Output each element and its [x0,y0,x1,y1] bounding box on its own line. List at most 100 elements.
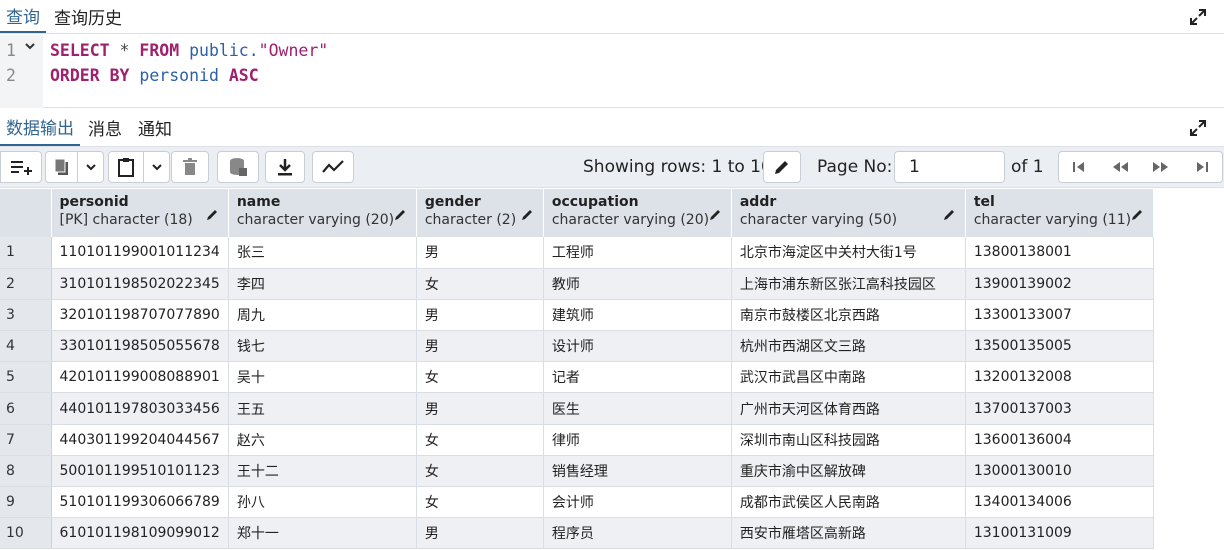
cell-personid[interactable]: 330101198505055678 [51,330,229,363]
cell-addr[interactable]: 上海市浦东新区张江高科技园区 [731,268,966,300]
row-number[interactable]: 2 [0,268,52,300]
pencil-icon[interactable] [521,207,535,221]
pencil-icon[interactable] [394,207,408,221]
graph-visualiser-button[interactable] [312,151,354,183]
column-header-name[interactable]: name character varying (20) [228,189,417,237]
cell-gender[interactable]: 女 [416,361,544,394]
last-page-button[interactable] [1181,151,1223,183]
cell-personid[interactable]: 440301199204044567 [51,424,229,456]
cell-gender[interactable]: 男 [416,237,544,269]
cell-tel[interactable]: 13100131009 [965,517,1154,550]
cell-gender[interactable]: 男 [416,299,544,332]
edit-rows-button[interactable] [763,151,801,183]
cell-gender[interactable]: 女 [416,486,544,519]
table-row[interactable]: 4 330101198505055678 钱七男设计师 杭州市西湖区文三路 135001… [0,330,1154,363]
table-row[interactable]: 10 610101198109099012 郑十一男程序员 西安市雁塔区高新路 1310… [0,517,1154,550]
copy-button[interactable] [45,151,78,183]
next-page-button[interactable] [1140,151,1182,183]
cell-personid[interactable]: 110101199001011234 [51,237,229,269]
table-row[interactable]: 6 440101197803033456 王五男医生 广州市天河区体育西路 137001… [0,392,1154,425]
row-number[interactable]: 6 [0,392,52,425]
row-number[interactable]: 8 [0,455,52,488]
cell-gender[interactable]: 女 [416,268,544,300]
cell-tel[interactable]: 13700137003 [965,392,1154,425]
pencil-icon[interactable] [709,207,723,221]
download-button[interactable] [265,151,305,183]
table-row[interactable]: 8 500101199510101123 王十二女销售经理 重庆市渝中区解放碑 1300… [0,455,1154,488]
pencil-icon[interactable] [943,207,957,221]
cell-occupation[interactable]: 会计师 [543,486,732,519]
cell-occupation[interactable]: 建筑师 [543,299,732,332]
cell-name[interactable]: 孙八 [228,486,417,519]
cell-tel[interactable]: 13000130010 [965,455,1154,488]
fold-chevron-icon[interactable] [24,40,36,55]
cell-addr[interactable]: 广州市天河区体育西路 [731,392,966,425]
tab-notifications[interactable]: 通知 [130,109,180,146]
select-all-corner[interactable] [0,189,52,237]
cell-tel[interactable]: 13400134006 [965,486,1154,519]
row-number[interactable]: 10 [0,517,52,550]
cell-personid[interactable]: 310101198502022345 [51,268,229,300]
cell-personid[interactable]: 500101199510101123 [51,455,229,488]
paste-options-dropdown[interactable] [144,151,170,183]
cell-addr[interactable]: 南京市鼓楼区北京西路 [731,299,966,332]
previous-page-button[interactable] [1099,151,1141,183]
cell-name[interactable]: 郑十一 [228,517,417,550]
sql-editor[interactable]: 1 2 SELECT * FROM public."Owner" ORDER B… [0,35,1224,108]
cell-occupation[interactable]: 工程师 [543,237,732,269]
paste-button[interactable] [108,151,144,183]
row-number[interactable]: 3 [0,299,52,332]
table-row[interactable]: 7 440301199204044567 赵六女律师 深圳市南山区科技园路 136001… [0,424,1154,456]
row-number[interactable]: 1 [0,237,52,269]
cell-tel[interactable]: 13300133007 [965,299,1154,332]
cell-occupation[interactable]: 记者 [543,361,732,394]
pencil-icon[interactable] [206,207,220,221]
table-row[interactable]: 2 310101198502022345 李四女教师 上海市浦东新区张江高科技园区 13… [0,268,1154,300]
cell-occupation[interactable]: 设计师 [543,330,732,363]
cell-tel[interactable]: 13600136004 [965,424,1154,456]
cell-name[interactable]: 周九 [228,299,417,332]
row-number[interactable]: 9 [0,486,52,519]
cell-occupation[interactable]: 律师 [543,424,732,456]
cell-gender[interactable]: 女 [416,455,544,488]
cell-personid[interactable]: 440101197803033456 [51,392,229,425]
column-header-tel[interactable]: tel character varying (11) [965,189,1154,237]
cell-addr[interactable]: 北京市海淀区中关村大街1号 [731,237,966,269]
cell-occupation[interactable]: 教师 [543,268,732,300]
cell-name[interactable]: 赵六 [228,424,417,456]
cell-gender[interactable]: 男 [416,392,544,425]
cell-occupation[interactable]: 医生 [543,392,732,425]
row-number[interactable]: 5 [0,361,52,394]
cell-gender[interactable]: 男 [416,330,544,363]
first-page-button[interactable] [1058,151,1100,183]
cell-tel[interactable]: 13500135005 [965,330,1154,363]
cell-addr[interactable]: 杭州市西湖区文三路 [731,330,966,363]
column-header-addr[interactable]: addr character varying (50) [731,189,966,237]
column-header-gender[interactable]: gender character (2) [416,189,544,237]
maximize-icon[interactable] [1188,7,1208,27]
row-number[interactable]: 7 [0,424,52,456]
delete-row-button[interactable] [171,151,209,183]
table-row[interactable]: 3 320101198707077890 周九男建筑师 南京市鼓楼区北京西路 13300… [0,299,1154,332]
tab-data-output[interactable]: 数据输出 [0,109,80,146]
cell-name[interactable]: 吴十 [228,361,417,394]
cell-name[interactable]: 王五 [228,392,417,425]
cell-tel[interactable]: 13200132008 [965,361,1154,394]
table-row[interactable]: 9 510101199306066789 孙八女会计师 成都市武侯区人民南路 13400… [0,486,1154,519]
cell-addr[interactable]: 西安市雁塔区高新路 [731,517,966,550]
tab-messages[interactable]: 消息 [80,109,130,146]
cell-personid[interactable]: 610101198109099012 [51,517,229,550]
cell-tel[interactable]: 13800138001 [965,237,1154,269]
copy-options-dropdown[interactable] [78,151,104,183]
cell-addr[interactable]: 深圳市南山区科技园路 [731,424,966,456]
cell-tel[interactable]: 13900139002 [965,268,1154,300]
cell-name[interactable]: 张三 [228,237,417,269]
column-header-occupation[interactable]: occupation character varying (20) [543,189,732,237]
cell-name[interactable]: 李四 [228,268,417,300]
column-header-personid[interactable]: personid [PK] character (18) [51,189,229,237]
cell-addr[interactable]: 重庆市渝中区解放碑 [731,455,966,488]
cell-personid[interactable]: 420101199008088901 [51,361,229,394]
cell-personid[interactable]: 510101199306066789 [51,486,229,519]
save-data-button[interactable] [217,151,259,183]
cell-addr[interactable]: 成都市武侯区人民南路 [731,486,966,519]
